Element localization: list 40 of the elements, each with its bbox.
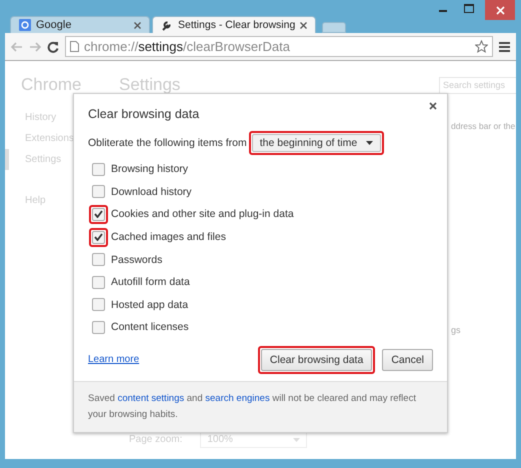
checkbox-label: Content licenses bbox=[111, 321, 189, 334]
dialog-button[interactable]: Clear browsing data bbox=[260, 348, 372, 371]
footer-note: Saved content settings and search engines will not be cleared and may reflect your browsing habits. bbox=[74, 380, 447, 432]
checkbox[interactable] bbox=[92, 230, 105, 244]
settings-link[interactable]: search engines bbox=[205, 392, 270, 404]
close-icon[interactable] bbox=[134, 22, 141, 28]
reload-icon[interactable] bbox=[47, 40, 59, 52]
period-label: Obliterate the following items from bbox=[88, 137, 247, 149]
checkbox[interactable] bbox=[92, 185, 105, 198]
browser-tab[interactable]: Google bbox=[10, 16, 150, 33]
learn-more-link[interactable]: Learn more bbox=[88, 354, 255, 366]
menu-icon[interactable] bbox=[499, 42, 510, 52]
caret-icon bbox=[366, 141, 374, 145]
checkbox[interactable] bbox=[92, 320, 105, 334]
close-icon[interactable] bbox=[485, 0, 515, 20]
checkbox[interactable] bbox=[92, 276, 105, 289]
star-icon[interactable] bbox=[475, 40, 488, 53]
dialog-title: Clear browsing data bbox=[88, 107, 200, 121]
wrench-icon bbox=[161, 19, 173, 31]
close-icon[interactable] bbox=[300, 22, 308, 28]
dialog-button[interactable]: Cancel bbox=[382, 348, 433, 371]
favicon-icon bbox=[19, 19, 31, 31]
period-dropdown[interactable]: the beginning of time bbox=[252, 134, 382, 152]
checkbox[interactable] bbox=[92, 298, 105, 312]
address-bar[interactable]: chrome://settings/clearBrowserData bbox=[65, 36, 493, 57]
setting-text: gs bbox=[451, 325, 462, 335]
checkbox-label: Cached images and files bbox=[111, 231, 226, 244]
browser-tab[interactable]: Settings - Clear browsing bbox=[152, 16, 316, 33]
settings-link[interactable]: content settings bbox=[118, 392, 184, 404]
setting-text: ddress bar or the bbox=[451, 121, 516, 131]
checkbox[interactable] bbox=[92, 162, 105, 176]
page-icon bbox=[70, 41, 79, 52]
close-icon[interactable] bbox=[427, 100, 439, 112]
checkbox-label: Autofill form data bbox=[111, 276, 190, 288]
checkbox-label: Passwords bbox=[111, 254, 162, 266]
checkbox-label: Cookies and other site and plug-in data bbox=[111, 208, 294, 220]
checkbox-label: Hosted app data bbox=[111, 298, 188, 311]
checkbox[interactable] bbox=[92, 253, 105, 266]
checkbox[interactable] bbox=[92, 208, 105, 221]
checkbox-label: Download history bbox=[111, 186, 192, 198]
